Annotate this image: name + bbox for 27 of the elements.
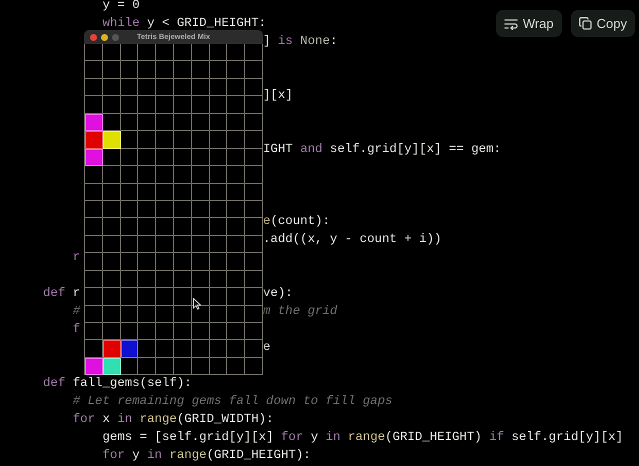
code-line: for y in range(GRID_HEIGHT): — [102, 448, 311, 462]
copy-button[interactable]: Copy — [570, 10, 635, 37]
code-line: # Let remaining gems fall down to fill gaps — [72, 394, 392, 408]
copy-icon — [578, 17, 592, 30]
wrap-button[interactable]: Wrap — [496, 10, 562, 37]
code-line: ] is None: — [263, 34, 338, 48]
code-line: ][x] — [263, 88, 293, 102]
code-line: IGHT and self.grid[y][x] == gem: — [263, 142, 501, 156]
code-line: m the grid — [263, 304, 338, 318]
zoom-button[interactable] — [112, 34, 119, 40]
mouse-pointer-icon — [193, 298, 201, 310]
close-button[interactable] — [90, 34, 97, 40]
code-line: # — [72, 304, 80, 318]
code-line: .add((x, y - count + i)) — [263, 232, 442, 246]
code-line: e — [263, 340, 270, 354]
code-line: def fall_gems(self): — [43, 376, 192, 390]
code-line: gems = [self.grid[y][x] for y in range(GRID_HEIGHT) if self.grid[y][x] — [102, 430, 624, 444]
code-line: e(count): — [263, 214, 330, 228]
code-line: f — [72, 322, 80, 336]
code-line: y = 0 — [102, 0, 140, 12]
code-line: def r — [43, 286, 80, 300]
wrap-icon — [504, 18, 518, 30]
code-line: while y < GRID_HEIGHT: — [102, 16, 266, 30]
code-line: for x in range(GRID_WIDTH): — [72, 412, 274, 426]
code-line: ve): — [263, 286, 293, 300]
minimize-button[interactable] — [101, 34, 108, 40]
code-line: r — [72, 250, 80, 264]
